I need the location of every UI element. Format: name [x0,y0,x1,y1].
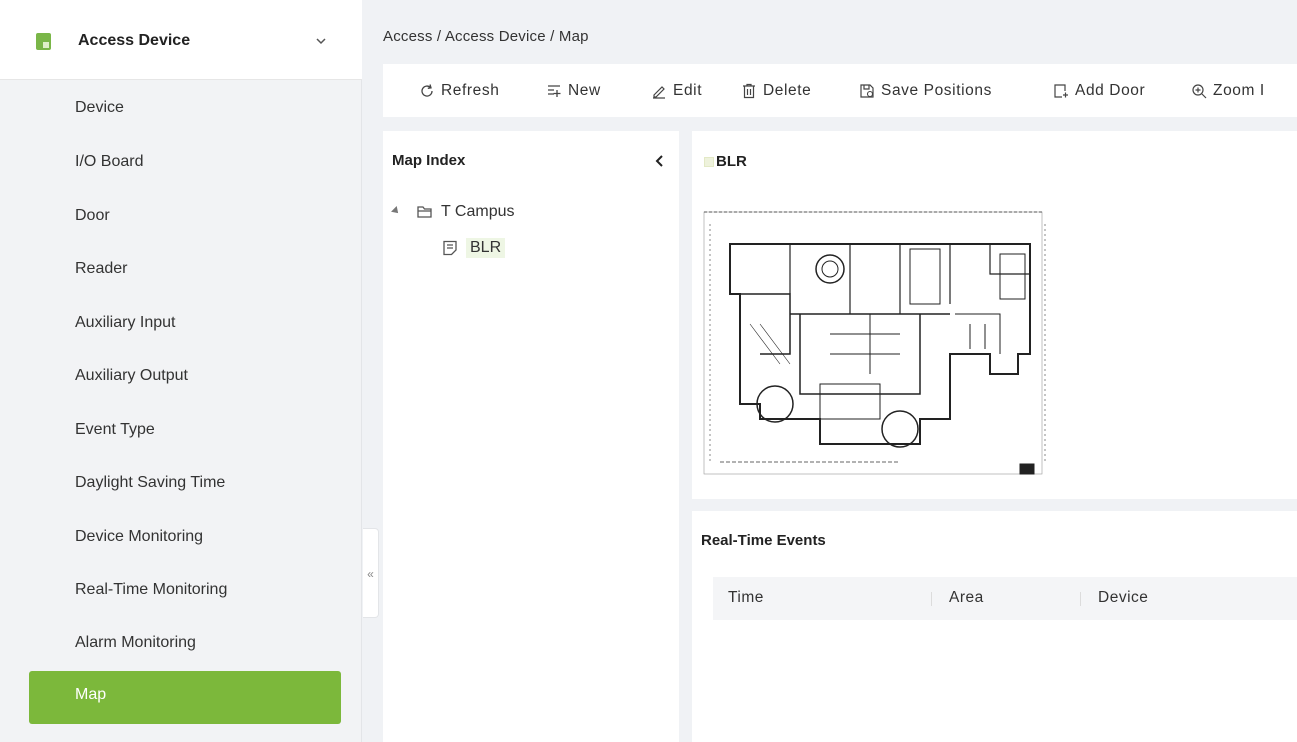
edit-icon [653,86,665,99]
zoom-in-icon [1192,84,1207,99]
column-header-area[interactable]: Area [949,589,984,607]
sidebar: Access Device Device I/O Board Door Read… [0,0,362,742]
map-index-panel: Map Index T Campus BLR [383,131,679,742]
sidebar-collapse-button[interactable]: « [363,528,379,618]
delete-button[interactable]: Delete [741,80,811,102]
column-header-device[interactable]: Device [1098,589,1148,607]
sidebar-item-label: Map [75,686,107,703]
new-label: New [568,82,601,99]
sidebar-item-map[interactable]: Map [29,671,341,724]
sidebar-item-alarm-monitoring[interactable]: Alarm Monitoring [75,631,196,655]
column-divider [1080,592,1081,606]
map-title-label: BLR [716,153,747,170]
events-table-header: Time Area Device [713,577,1297,620]
tree-node-label: BLR [466,238,506,258]
chevron-down-icon[interactable] [314,34,328,48]
zoom-label: Zoom I [1213,82,1265,99]
refresh-button[interactable]: Refresh [419,80,499,102]
sidebar-item-io-board[interactable]: I/O Board [75,150,143,174]
sidebar-item-auxiliary-input[interactable]: Auxiliary Input [75,311,176,335]
save-positions-label: Save Positions [881,82,992,99]
tree-node-label: T Campus [441,203,515,220]
new-icon [548,85,561,97]
sidebar-item-auxiliary-output[interactable]: Auxiliary Output [75,364,188,388]
breadcrumb: Access / Access Device / Map [383,28,589,45]
sidebar-item-real-time-monitoring[interactable]: Real-Time Monitoring [75,578,227,602]
real-time-events-title: Real-Time Events [701,532,826,549]
map-panel: BLR [692,131,1297,499]
column-divider [931,592,932,606]
folder-icon [417,206,432,218]
map-index-title: Map Index [392,152,466,169]
sidebar-item-door[interactable]: Door [75,204,110,228]
real-time-events-panel: Real-Time Events Time Area Device [692,511,1297,742]
tree-node-t-campus[interactable]: T Campus [417,203,515,221]
sidebar-item-device[interactable]: Device [75,96,124,120]
toolbar: Refresh New Edit Delete Save Positions A… [383,64,1297,117]
refresh-icon [421,84,433,97]
floor-plan-image[interactable] [700,204,1050,484]
edit-label: Edit [673,82,703,99]
map-thumbnail-icon [704,156,714,167]
sidebar-item-event-type[interactable]: Event Type [75,418,155,442]
sidebar-header[interactable]: Access Device [0,0,362,80]
column-header-time[interactable]: Time [728,589,764,607]
add-door-button[interactable]: Add Door [1053,80,1145,102]
tree-expand-icon[interactable] [391,206,401,216]
document-icon [443,240,457,256]
access-device-icon [36,33,51,50]
new-button[interactable]: New [546,80,601,102]
refresh-label: Refresh [441,82,500,99]
delete-label: Delete [763,82,812,99]
sidebar-title: Access Device [78,32,191,49]
add-door-icon [1054,84,1068,98]
collapse-left-icon[interactable] [653,153,667,169]
sidebar-item-daylight-saving-time[interactable]: Daylight Saving Time [75,471,225,495]
add-door-label: Add Door [1075,82,1146,99]
sidebar-item-device-monitoring[interactable]: Device Monitoring [75,525,203,549]
tree-node-blr[interactable]: BLR [442,238,506,258]
trash-icon [743,83,755,99]
map-title: BLR [704,153,747,170]
sidebar-item-reader[interactable]: Reader [75,257,127,281]
zoom-in-button[interactable]: Zoom I [1191,80,1265,102]
save-positions-icon [860,84,874,98]
edit-button[interactable]: Edit [651,80,702,102]
save-positions-button[interactable]: Save Positions [859,80,992,102]
